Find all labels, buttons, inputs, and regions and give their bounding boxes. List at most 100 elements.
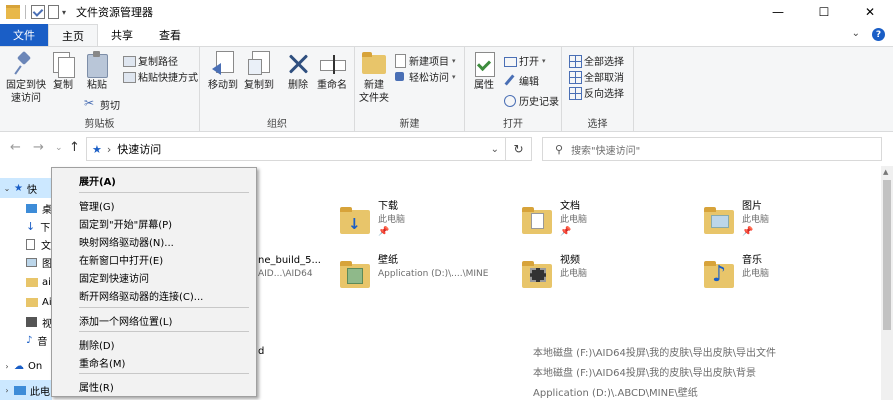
folder-downloads[interactable]: ↓ 下载 此电脑 📌	[340, 200, 405, 250]
edit-button[interactable]: 编辑	[503, 73, 539, 88]
nav-item-downloads[interactable]: ↓ 下	[26, 216, 50, 236]
collapse-arrow-icon[interactable]: ⌄	[0, 184, 14, 193]
properties-icon	[471, 51, 497, 77]
delete-button[interactable]: 删除	[284, 51, 312, 92]
quick-access-toolbar: ▾	[0, 5, 66, 19]
new-document-icon[interactable]	[48, 5, 59, 19]
paste-shortcut-button[interactable]: 粘贴快捷方式	[122, 69, 198, 84]
menu-item-add-network-location[interactable]: 添加一个网络位置(L)	[52, 310, 256, 330]
menu-item-properties[interactable]: 属性(R)	[52, 376, 256, 396]
nav-item-this-pc[interactable]: › 此电	[0, 380, 52, 400]
breadcrumb-location[interactable]: 快速访问	[117, 141, 161, 157]
pictures-folder-icon	[704, 204, 736, 236]
scroll-up-icon[interactable]: ▲	[883, 168, 888, 176]
pin-to-quick-access-button[interactable]: 固定到快 速访问	[4, 51, 48, 105]
nav-item-documents[interactable]: 文	[26, 234, 51, 254]
select-all-button[interactable]: 全部选择	[568, 53, 624, 68]
new-item-icon	[393, 54, 406, 68]
tab-file[interactable]: 文件	[0, 24, 48, 46]
menu-item-disconnect-drive[interactable]: 断开网络驱动器的连接(C)...	[52, 285, 256, 305]
address-bar[interactable]: ★ › 快速访问 ⌄	[86, 137, 506, 161]
new-folder-icon	[361, 51, 387, 77]
history-button[interactable]: 历史记录	[503, 93, 559, 108]
copy-path-button[interactable]: 复制路径	[122, 53, 178, 68]
organize-group-label: 组织	[267, 119, 287, 130]
maximize-button[interactable]: ☐	[801, 0, 847, 24]
expand-arrow-icon[interactable]: ›	[0, 362, 14, 371]
properties-button[interactable]: 属性	[469, 51, 499, 92]
copy-to-button[interactable]: 复制到	[242, 51, 276, 92]
download-arrow-icon: ↓	[348, 215, 361, 233]
invert-selection-button[interactable]: 反向选择	[568, 85, 624, 100]
folder-documents[interactable]: 文档 此电脑 📌	[522, 200, 587, 250]
back-button[interactable]: ←	[10, 140, 21, 155]
select-none-button[interactable]: 全部取消	[568, 69, 624, 84]
breadcrumb-separator[interactable]: ›	[107, 143, 111, 156]
copy-path-icon	[122, 54, 136, 67]
copy-to-label: 复制到	[244, 80, 274, 91]
folder-name: 文档	[560, 201, 580, 212]
nav-item-folder-ai2[interactable]: Ai	[26, 292, 52, 312]
folder-wallpaper[interactable]: 壁纸 Application (D:)\....\MINE	[340, 254, 488, 304]
content-area: ↓ 下载 此电脑 📌 文档 此电脑 📌 图片 此电脑 📌 ne_build_5.…	[258, 166, 881, 400]
rename-icon	[319, 51, 346, 77]
refresh-button[interactable]: ↻	[506, 137, 532, 161]
rename-button[interactable]: 重命名	[314, 51, 350, 92]
menu-item-open-new-window[interactable]: 在新窗口中打开(E)	[52, 249, 256, 269]
video-icon	[26, 317, 37, 327]
folder-build[interactable]: ne_build_5... AID...\AID64	[258, 254, 321, 304]
nav-item-pictures[interactable]: 图	[26, 252, 52, 272]
menu-item-expand[interactable]: 展开(A)	[52, 170, 256, 190]
menu-item-pin-quick-access[interactable]: 固定到快速访问	[52, 267, 256, 287]
menu-item-map-network-drive[interactable]: 映射网络驱动器(N)...	[52, 231, 256, 251]
menu-item-rename[interactable]: 重命名(M)	[52, 352, 256, 372]
minimize-button[interactable]: —	[755, 0, 801, 24]
move-to-button[interactable]: 移动到	[206, 51, 240, 92]
easy-access-button[interactable]: 轻松访问 ▾	[393, 69, 456, 84]
menu-item-manage[interactable]: 管理(G)	[52, 195, 256, 215]
tab-share[interactable]: 共享	[98, 24, 146, 46]
properties-check-icon[interactable]	[31, 5, 45, 19]
help-icon[interactable]: ?	[872, 28, 885, 41]
expand-arrow-icon[interactable]: ›	[0, 386, 14, 395]
scrollbar-thumb[interactable]	[883, 180, 891, 330]
copy-button[interactable]: 复制	[48, 51, 78, 92]
pinned-icon: 📌	[560, 227, 572, 237]
customize-toolbar-dropdown-icon[interactable]: ▾	[62, 8, 66, 17]
scissors-icon	[84, 96, 97, 111]
nav-item-desktop[interactable]: 桌	[26, 198, 52, 218]
nav-item-onedrive[interactable]: › ☁ On	[0, 356, 42, 376]
address-dropdown-icon[interactable]: ⌄	[491, 144, 499, 155]
search-input[interactable]: ⚲ 搜索"快速访问"	[542, 137, 882, 161]
new-item-button[interactable]: 新建项目 ▾	[393, 53, 456, 68]
cut-button[interactable]: 剪切	[84, 96, 120, 112]
recent-locations-button[interactable]: ⌄	[55, 143, 63, 153]
recent-file-location: 本地磁盘 (F:)\AID64投屏\我的皮肤\导出皮肤\导出文件	[533, 348, 777, 359]
menu-item-delete[interactable]: 删除(D)	[52, 334, 256, 354]
up-button[interactable]: ↑	[69, 140, 80, 155]
paste-button[interactable]: 粘贴	[82, 51, 112, 92]
nav-item-quick-access[interactable]: ⌄ ★ 快	[0, 178, 52, 198]
folder-pictures[interactable]: 图片 此电脑 📌	[704, 200, 769, 250]
expand-ribbon-icon[interactable]: ⌄	[852, 28, 860, 41]
film-icon	[530, 268, 546, 282]
copy-label: 复制	[53, 80, 73, 91]
nav-label: On	[28, 360, 43, 372]
menu-item-pin-to-start[interactable]: 固定到"开始"屏幕(P)	[52, 213, 256, 233]
folder-music[interactable]: ♪ 音乐 此电脑	[704, 254, 769, 304]
edit-label: 编辑	[519, 77, 539, 88]
nav-item-music[interactable]: ♪ 音	[26, 330, 47, 350]
new-folder-button[interactable]: 新建 文件夹	[357, 51, 391, 105]
vertical-scrollbar[interactable]: ▲	[881, 166, 893, 400]
tab-view[interactable]: 查看	[146, 24, 194, 46]
nav-item-folder-ai[interactable]: ai	[26, 272, 51, 292]
folder-videos[interactable]: 视频 此电脑	[522, 254, 587, 304]
close-button[interactable]: ✕	[847, 0, 893, 24]
music-icon: ♪	[26, 334, 33, 346]
cut-label: 剪切	[100, 101, 120, 112]
open-button[interactable]: 打开 ▾	[503, 53, 546, 68]
select-none-icon	[568, 70, 582, 84]
forward-button[interactable]: →	[33, 140, 44, 155]
tab-home[interactable]: 主页	[48, 24, 98, 46]
nav-item-videos[interactable]: 视	[26, 312, 52, 332]
